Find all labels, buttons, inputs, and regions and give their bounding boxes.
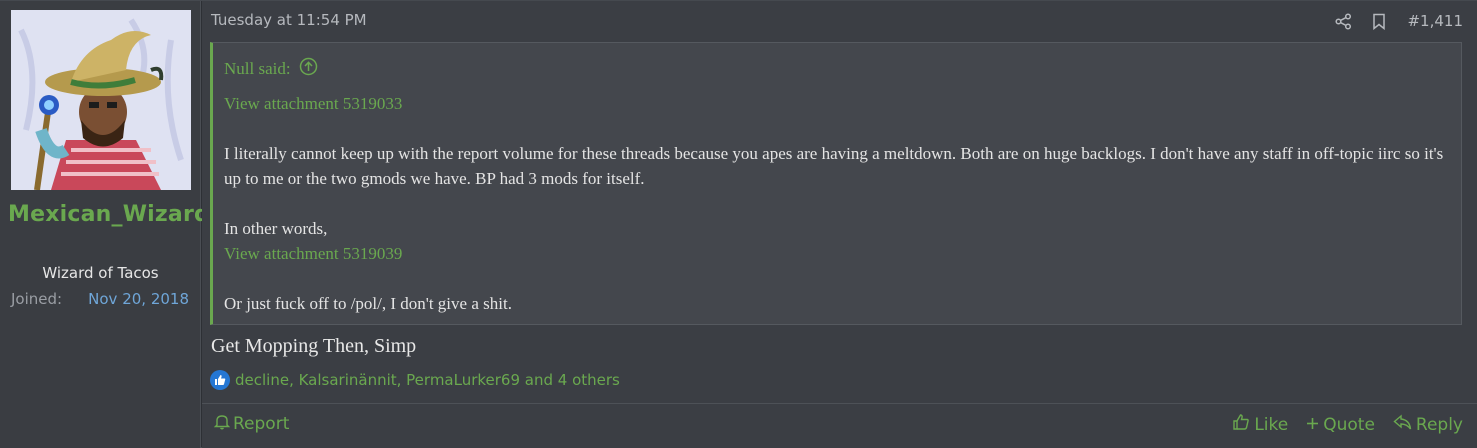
post-main: Tuesday at 11:54 PM #1,411 Null said: Vi… (202, 1, 1477, 448)
bookmark-icon[interactable] (1367, 10, 1391, 32)
quote-header[interactable]: Null said: (213, 43, 1461, 84)
like-button[interactable]: Like (1232, 413, 1288, 436)
joined-date: Nov 20, 2018 (88, 290, 189, 308)
post-header-actions: #1,411 (1319, 10, 1463, 32)
quote-content: View attachment 5319033 I literally cann… (224, 91, 1447, 316)
reactions-bar[interactable]: decline, Kalsarinännit, PermaLurker69 an… (210, 370, 620, 390)
post-message: Get Mopping Then, Simp (211, 335, 417, 357)
reactions-list-link[interactable]: decline, Kalsarinännit, PermaLurker69 an… (235, 371, 620, 389)
reply-button[interactable]: Reply (1393, 413, 1463, 436)
attachment-link[interactable]: View attachment 5319033 (224, 91, 1447, 116)
quote-block: Null said: View attachment 5319033 I lit… (210, 42, 1462, 325)
jump-to-quote-icon[interactable] (299, 57, 318, 81)
wizard-avatar-image (11, 10, 191, 190)
plus-icon (1306, 415, 1319, 435)
user-avatar[interactable] (11, 10, 191, 190)
post-footer: Report Like Quote Reply (202, 403, 1477, 448)
report-button[interactable]: Report (213, 413, 290, 435)
post-number-link[interactable]: #1,411 (1407, 12, 1463, 30)
quote-label: Quote (1323, 414, 1375, 435)
footer-actions: Like Quote Reply (1232, 413, 1463, 436)
quote-paragraph: I literally cannot keep up with the repo… (224, 144, 1444, 188)
thumbs-up-outline-icon (1232, 413, 1250, 436)
thumbs-up-icon (210, 370, 230, 390)
forum-post: Mexican_Wizard_711 Wizard of Tacos Joine… (0, 0, 1477, 448)
quote-paragraph: In other words, (224, 219, 328, 238)
reply-arrow-icon (1393, 413, 1412, 436)
quote-button[interactable]: Quote (1306, 415, 1375, 435)
quote-paragraph: Or just fuck off to /pol/, I don't give … (224, 294, 512, 313)
user-sidebar: Mexican_Wizard_711 Wizard of Tacos Joine… (0, 1, 267, 448)
username-link[interactable]: Mexican_Wizard_711 (8, 201, 267, 229)
share-icon[interactable] (1331, 10, 1355, 32)
reply-label: Reply (1415, 414, 1463, 435)
post-date-link[interactable]: Tuesday at 11:54 PM (211, 11, 367, 29)
report-label: Report (233, 414, 290, 434)
user-title: Wizard of Tacos (42, 264, 159, 282)
like-label: Like (1254, 414, 1289, 435)
bell-icon (213, 413, 231, 435)
quote-author[interactable]: Null said: (224, 59, 291, 79)
attachment-link[interactable]: View attachment 5319039 (224, 241, 1447, 266)
joined-label: Joined: (11, 290, 63, 308)
